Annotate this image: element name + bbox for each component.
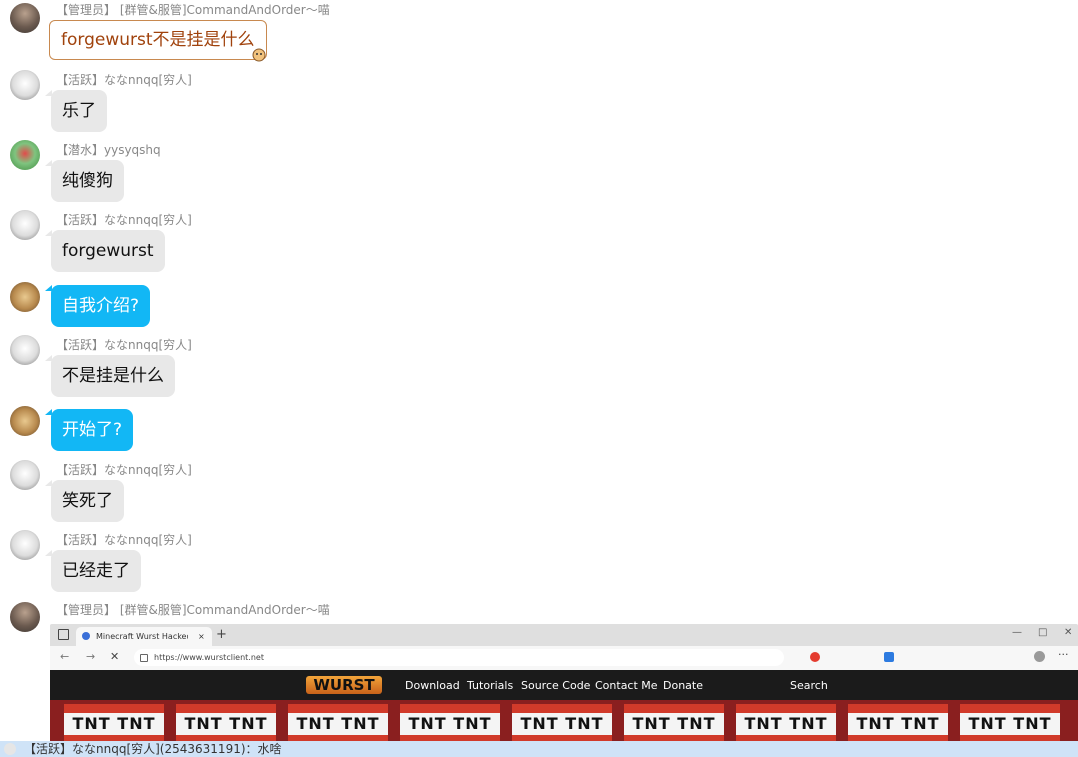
sender-meta: 【管理员】 [群管&服管]CommandAndOrder～喵 (56, 3, 330, 17)
minimize-icon: — (1012, 627, 1022, 638)
nav-donate: Donate (663, 679, 703, 692)
tnt-text: TNT TNT (856, 714, 940, 733)
sender-meta: 【活跃】ななnnqq[穷人] (56, 73, 192, 87)
sender-meta: 【管理员】 [群管&服管]CommandAndOrder～喵 (56, 603, 330, 617)
message-bubble[interactable]: forgewurst不是挂是什么 (49, 20, 267, 60)
message-bubble[interactable]: 乐了 (51, 90, 107, 132)
avatar[interactable] (10, 210, 40, 240)
tnt-block: TNT TNT (176, 704, 276, 744)
tnt-block: TNT TNT (512, 704, 612, 744)
close-icon: ✕ (1064, 627, 1073, 638)
message-bubble[interactable]: 不是挂是什么 (51, 355, 175, 397)
avatar[interactable] (10, 530, 40, 560)
sender-meta: 【活跃】ななnnqq[穷人] (56, 463, 192, 477)
tnt-block: TNT TNT (624, 704, 724, 744)
nav-contact: Contact Me (595, 679, 658, 692)
new-message-notice[interactable]: 【活跃】ななnnqq[穷人](2543631191)：水啥 (0, 741, 1078, 757)
browser-address-bar: ← → ✕ https://www.wurstclient.net ··· (50, 646, 1078, 670)
profile-icon (1034, 651, 1045, 662)
tnt-banner: TNT TNT TNT TNT TNT TNT TNT TNT TNT TNT … (50, 700, 1078, 744)
nav-search: Search (790, 679, 828, 692)
avatar[interactable] (10, 460, 40, 490)
avatar[interactable] (10, 140, 40, 170)
nav-source-code: Source Code (521, 679, 591, 692)
tnt-text: TNT TNT (296, 714, 380, 733)
browser-tab-bar: Minecraft Wurst Hacked Client × + — □ ✕ (50, 624, 1078, 646)
nav-tutorials: Tutorials (467, 679, 514, 692)
site-logo: WURST (306, 676, 382, 694)
message-bubble[interactable]: 已经走了 (51, 550, 141, 592)
notice-avatar-icon (4, 743, 16, 755)
avatar[interactable] (10, 282, 40, 312)
tnt-block: TNT TNT (848, 704, 948, 744)
message-bubble[interactable]: 纯傻狗 (51, 160, 124, 202)
sender-meta: 【活跃】ななnnqq[穷人] (56, 533, 192, 547)
avatar[interactable] (10, 406, 40, 436)
tnt-text: TNT TNT (968, 714, 1052, 733)
toolbar-extension-icon (810, 652, 820, 662)
nav-download: Download (405, 679, 460, 692)
decoration-cat-icon (252, 48, 266, 62)
more-icon: ··· (1058, 648, 1069, 661)
avatar[interactable] (10, 3, 40, 33)
browser-tab: Minecraft Wurst Hacked Client × (76, 627, 212, 646)
url-field: https://www.wurstclient.net (134, 649, 784, 666)
sender-meta: 【潜水】yysyqshq (56, 143, 161, 157)
toolbar-extension-icon (884, 652, 894, 662)
forward-icon: → (86, 650, 96, 663)
avatar[interactable] (10, 335, 40, 365)
tnt-text: TNT TNT (408, 714, 492, 733)
back-icon: ← (60, 650, 70, 663)
message-bubble[interactable]: 笑死了 (51, 480, 124, 522)
favicon-icon (82, 632, 90, 640)
avatar[interactable] (10, 602, 40, 632)
tnt-text: TNT TNT (632, 714, 716, 733)
message-bubble[interactable]: 开始了? (51, 409, 134, 451)
tnt-block: TNT TNT (400, 704, 500, 744)
tnt-block: TNT TNT (736, 704, 836, 744)
stop-icon: ✕ (110, 650, 120, 663)
message-bubble[interactable]: 自我介绍? (51, 285, 151, 327)
site-nav: WURST Download Tutorials Source Code Con… (50, 670, 1078, 700)
lock-icon (140, 654, 148, 662)
maximize-icon: □ (1038, 627, 1048, 638)
tnt-block: TNT TNT (64, 704, 164, 744)
sender-meta: 【活跃】ななnnqq[穷人] (56, 338, 192, 352)
tab-actions-icon (58, 629, 69, 640)
tab-close-icon: × (198, 632, 205, 641)
tnt-text: TNT TNT (72, 714, 156, 733)
tnt-text: TNT TNT (184, 714, 268, 733)
tnt-block: TNT TNT (960, 704, 1060, 744)
tnt-text: TNT TNT (744, 714, 828, 733)
notice-text: 【活跃】ななnnqq[穷人](2543631191)：水啥 (24, 742, 282, 756)
url-text: https://www.wurstclient.net (154, 653, 264, 662)
tab-title: Minecraft Wurst Hacked Client (96, 632, 188, 641)
sender-meta: 【活跃】ななnnqq[穷人] (56, 213, 192, 227)
avatar[interactable] (10, 70, 40, 100)
new-tab-icon: + (216, 627, 227, 642)
message-bubble[interactable]: forgewurst (51, 230, 165, 272)
shared-screenshot-image[interactable]: Minecraft Wurst Hacked Client × + — □ ✕ … (50, 624, 1078, 744)
tnt-block: TNT TNT (288, 704, 388, 744)
tnt-text: TNT TNT (520, 714, 604, 733)
